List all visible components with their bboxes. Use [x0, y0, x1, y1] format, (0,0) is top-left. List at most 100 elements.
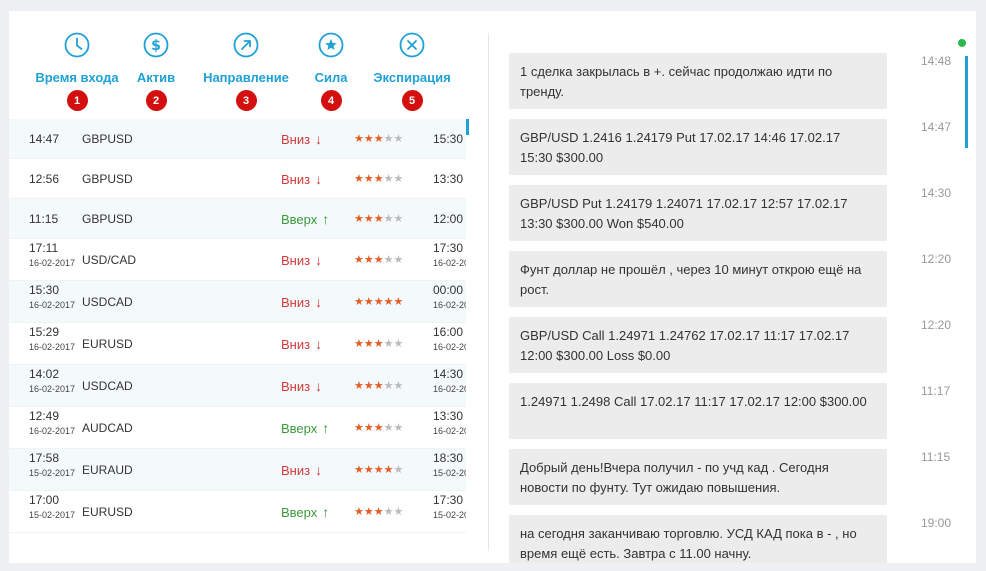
asset-name: GBPUSD [82, 212, 133, 226]
direction: Вниз ↓ [281, 378, 322, 394]
chat-message: Фунт доллар не прошёл , через 10 минут о… [509, 251, 887, 307]
entry-time: 17:00 15-02-2017 [29, 493, 75, 521]
expiration: 12:00 [433, 212, 463, 226]
table-row[interactable]: 17:58 15-02-2017 EURAUD Вниз ↓ ★★★★★ 18:30 15-0… [9, 449, 466, 491]
strength-star-icon: ★ [354, 173, 364, 185]
asset-name: EURUSD [82, 505, 133, 519]
entry-time: 14:02 16-02-2017 [29, 367, 75, 395]
expiration-date: 16-02-2017 [433, 384, 466, 394]
entry-time-value: 12:49 [29, 409, 60, 423]
direction-label: Вниз [281, 172, 311, 187]
clock-icon [64, 32, 90, 58]
entry-time: 15:30 16-02-2017 [29, 283, 75, 311]
strength-star-icon: ★ [363, 464, 374, 476]
expiration-time: 12:00 [433, 212, 464, 226]
chat-message: GBP/USD Call 1.24971 1.24762 17.02.17 11… [509, 317, 887, 373]
table-row[interactable]: 17:00 15-02-2017 EURUSD Вверх ↑ ★★★★★ 17:30 15-… [9, 491, 466, 533]
entry-time-value: 17:00 [29, 493, 60, 507]
strength-rating: ★★★★★ [354, 379, 403, 392]
strength-star-icon: ★ [373, 213, 384, 225]
strength-star-icon: ★ [363, 133, 374, 145]
entry-time: 12:49 16-02-2017 [29, 409, 75, 437]
signals-table-body[interactable]: 14:47 GBPUSD Вниз ↓ ★★★★★ 15:30 12:56 GBPUSD Вни… [9, 119, 466, 563]
message-timestamp: 14:47 [921, 120, 952, 134]
strength-star-icon: ★ [393, 133, 404, 145]
table-row[interactable]: 12:49 16-02-2017 AUDCAD Вверх ↑ ★★★★★ 13:30 16-… [9, 407, 466, 449]
header-expiration[interactable]: Экспирация 5 [367, 32, 457, 111]
header-label: Экспирация [373, 70, 451, 85]
strength-star-icon: ★ [393, 464, 404, 476]
arrow-up-icon: ↑ [322, 504, 330, 520]
direction-label: Вверх [281, 421, 318, 436]
entry-time: 12:56 [29, 172, 59, 186]
message-timestamp: 11:15 [921, 450, 951, 464]
table-row[interactable]: 14:02 16-02-2017 USDCAD Вниз ↓ ★★★★★ 14:30 16-0… [9, 365, 466, 407]
strength-star-icon: ★ [383, 506, 394, 518]
expiration: 13:30 [433, 172, 463, 186]
strength-star-icon: ★ [383, 173, 394, 185]
expiration-time: 17:30 [433, 241, 464, 255]
strength-star-icon: ★ [354, 133, 364, 145]
header-label: Время входа [35, 70, 119, 85]
strength-rating: ★★★★★ [354, 253, 403, 266]
direction-label: Вниз [281, 253, 311, 268]
table-scroll-indicator[interactable] [466, 119, 469, 135]
table-row[interactable]: 12:56 GBPUSD Вниз ↓ ★★★★★ 13:30 [9, 159, 466, 199]
strength-star-icon: ★ [393, 173, 404, 185]
strength-star-icon: ★ [363, 506, 374, 518]
strength-star-icon: ★ [363, 380, 374, 392]
direction-label: Вниз [281, 132, 311, 147]
expiration: 16:00 16-02-2017 [433, 325, 466, 353]
arrow-down-icon: ↓ [315, 378, 323, 394]
expiration-date: 16-02-2017 [433, 342, 466, 352]
expiration: 13:30 16-02-2017 [433, 409, 466, 437]
header-strength[interactable]: Сила 4 [301, 32, 361, 111]
message-timestamp: 11:17 [921, 384, 951, 398]
table-row[interactable]: 15:30 16-02-2017 USDCAD Вниз ↓ ★★★★★ 00:00 16-0… [9, 281, 466, 323]
entry-time: 15:29 16-02-2017 [29, 325, 75, 353]
table-row[interactable]: 14:47 GBPUSD Вниз ↓ ★★★★★ 15:30 [9, 119, 466, 159]
entry-time-value: 14:47 [29, 132, 60, 146]
table-row[interactable]: 17:11 16-02-2017 USD/CAD Вниз ↓ ★★★★★ 17:30 16-… [9, 239, 466, 281]
entry-time: 17:58 15-02-2017 [29, 451, 75, 479]
direction: Вверх ↑ [281, 504, 329, 520]
strength-star-icon: ★ [373, 254, 384, 266]
header-number-badge: 4 [320, 90, 342, 111]
strength-rating: ★★★★★ [354, 421, 403, 434]
message-timestamp: 19:00 [921, 516, 952, 530]
table-row[interactable]: 15:29 16-02-2017 EURUSD Вниз ↓ ★★★★★ 16:00 16-0… [9, 323, 466, 365]
header-direction[interactable]: Направление 3 [196, 32, 296, 111]
strength-star-icon: ★ [383, 338, 394, 350]
strength-star-icon: ★ [393, 422, 404, 434]
chat-message: на сегодня заканчиваю торговлю. УСД КАД … [509, 515, 887, 563]
strength-star-icon: ★ [393, 296, 404, 308]
strength-rating: ★★★★★ [354, 505, 403, 518]
direction: Вниз ↓ [281, 462, 322, 478]
strength-rating: ★★★★★ [354, 295, 403, 308]
chat-panel[interactable]: 1 сделка закрылась в +. сейчас продолжаю… [507, 11, 976, 563]
entry-date: 16-02-2017 [29, 342, 76, 352]
arrow-down-icon: ↓ [315, 294, 323, 310]
expiration-time: 13:30 [433, 409, 464, 423]
header-number-badge: 5 [401, 90, 423, 111]
strength-star-icon: ★ [373, 338, 384, 350]
asset-name: USD/CAD [82, 253, 137, 267]
strength-star-icon: ★ [373, 133, 384, 145]
expiration-date: 16-02-2017 [433, 300, 466, 310]
table-row[interactable]: 11:15 GBPUSD Вверх ↑ ★★★★★ 12:00 [9, 199, 466, 239]
strength-star-icon: ★ [363, 422, 374, 434]
header-number-badge: 2 [145, 90, 167, 111]
strength-star-icon: ★ [393, 254, 404, 266]
expiration-time: 18:30 [433, 451, 464, 465]
header-asset[interactable]: $ Актив 2 [126, 32, 186, 111]
entry-time: 17:11 16-02-2017 [29, 241, 75, 269]
header-label: Сила [314, 70, 348, 85]
message-timestamp: 12:20 [921, 252, 952, 266]
direction-label: Вниз [281, 295, 311, 310]
header-entry-time[interactable]: Время входа 1 [27, 32, 127, 111]
chat-scrollbar[interactable] [965, 56, 968, 148]
entry-date: 16-02-2017 [29, 426, 76, 436]
expiration-time: 17:30 [433, 493, 464, 507]
strength-star-icon: ★ [354, 213, 364, 225]
direction: Вниз ↓ [281, 171, 322, 187]
